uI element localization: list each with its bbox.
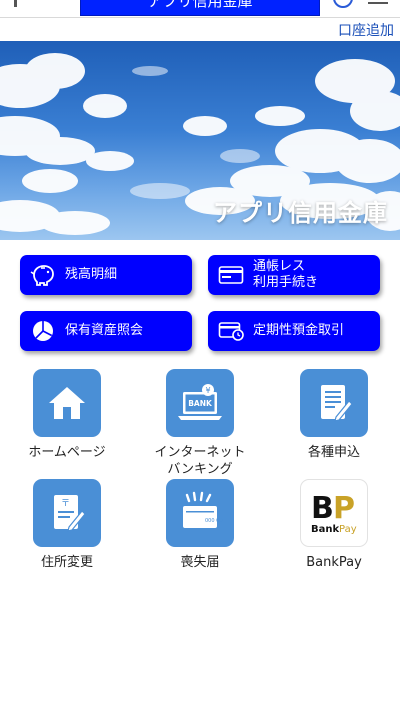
add-account-link[interactable]: 口座追加 (338, 20, 394, 40)
bankpay-tile[interactable]: B P Bank Pay BankPay (274, 479, 394, 571)
application-form-icon (300, 369, 368, 437)
asset-inquiry-label: 保有資産照会 (65, 323, 144, 338)
address-change-label: 住所変更 (40, 555, 93, 570)
info-icon[interactable] (333, 0, 353, 8)
time-deposit-icon (217, 317, 245, 345)
svg-text:Bank: Bank (311, 524, 339, 535)
home-icon (33, 369, 101, 437)
homepage-tile[interactable]: ホームページ (7, 369, 127, 461)
svg-text:BANK: BANK (188, 399, 213, 408)
laptop-bank-icon: ¥ BANK (166, 369, 234, 437)
asset-inquiry-button[interactable]: 保有資産照会 (20, 311, 192, 351)
svg-text:000 0000: 000 0000 (205, 518, 223, 524)
svg-text:B: B (311, 491, 334, 526)
address-change-tile[interactable]: 〒 住所変更 (7, 479, 127, 571)
applications-tile[interactable]: 各種申込 (274, 369, 394, 461)
header-title: アプリ信用金庫 (80, 0, 320, 16)
time-deposit-button[interactable]: 定期性預金取引 (208, 311, 380, 351)
internet-banking-label-line1: インターネット (154, 445, 246, 460)
passbook-icon (217, 261, 245, 289)
svg-text:Pay: Pay (339, 524, 357, 535)
internet-banking-tile[interactable]: ¥ BANK インターネット バンキング (140, 369, 260, 478)
lost-report-tile[interactable]: 000 0000 喪失届 (140, 479, 260, 571)
homepage-label: ホームページ (28, 445, 106, 460)
balance-statement-label: 残高明細 (65, 267, 118, 282)
internet-banking-label: インターネット バンキング (140, 444, 260, 478)
passbookless-label: 通帳レス 利用手続き (253, 259, 318, 291)
top-bar: アプリ信用金庫 (0, 0, 400, 18)
applications-label: 各種申込 (307, 445, 360, 460)
svg-text:P: P (333, 491, 355, 526)
piggy-bank-icon (29, 261, 57, 289)
lost-report-label: 喪失届 (180, 555, 220, 570)
passbookless-label-line1: 通帳レス (253, 259, 306, 274)
address-change-icon: 〒 (33, 479, 101, 547)
back-icon[interactable] (14, 0, 17, 7)
passbookless-label-line2: 利用手続き (253, 275, 319, 290)
bankpay-label: BankPay (306, 555, 362, 570)
time-deposit-label: 定期性預金取引 (253, 323, 345, 338)
balance-statement-button[interactable]: 残高明細 (20, 255, 192, 295)
banner: アプリ信用金庫 (0, 41, 400, 240)
passbookless-procedure-button[interactable]: 通帳レス 利用手続き (208, 255, 380, 295)
internet-banking-label-line2: バンキング (167, 462, 233, 477)
banner-title: アプリ信用金庫 (213, 199, 388, 227)
lost-passbook-icon: 000 0000 (166, 479, 234, 547)
menu-icon[interactable] (368, 2, 388, 6)
svg-text:〒: 〒 (61, 499, 70, 509)
pie-chart-icon (29, 317, 57, 345)
bankpay-logo-icon: B P Bank Pay (300, 479, 368, 547)
svg-text:¥: ¥ (205, 386, 210, 395)
